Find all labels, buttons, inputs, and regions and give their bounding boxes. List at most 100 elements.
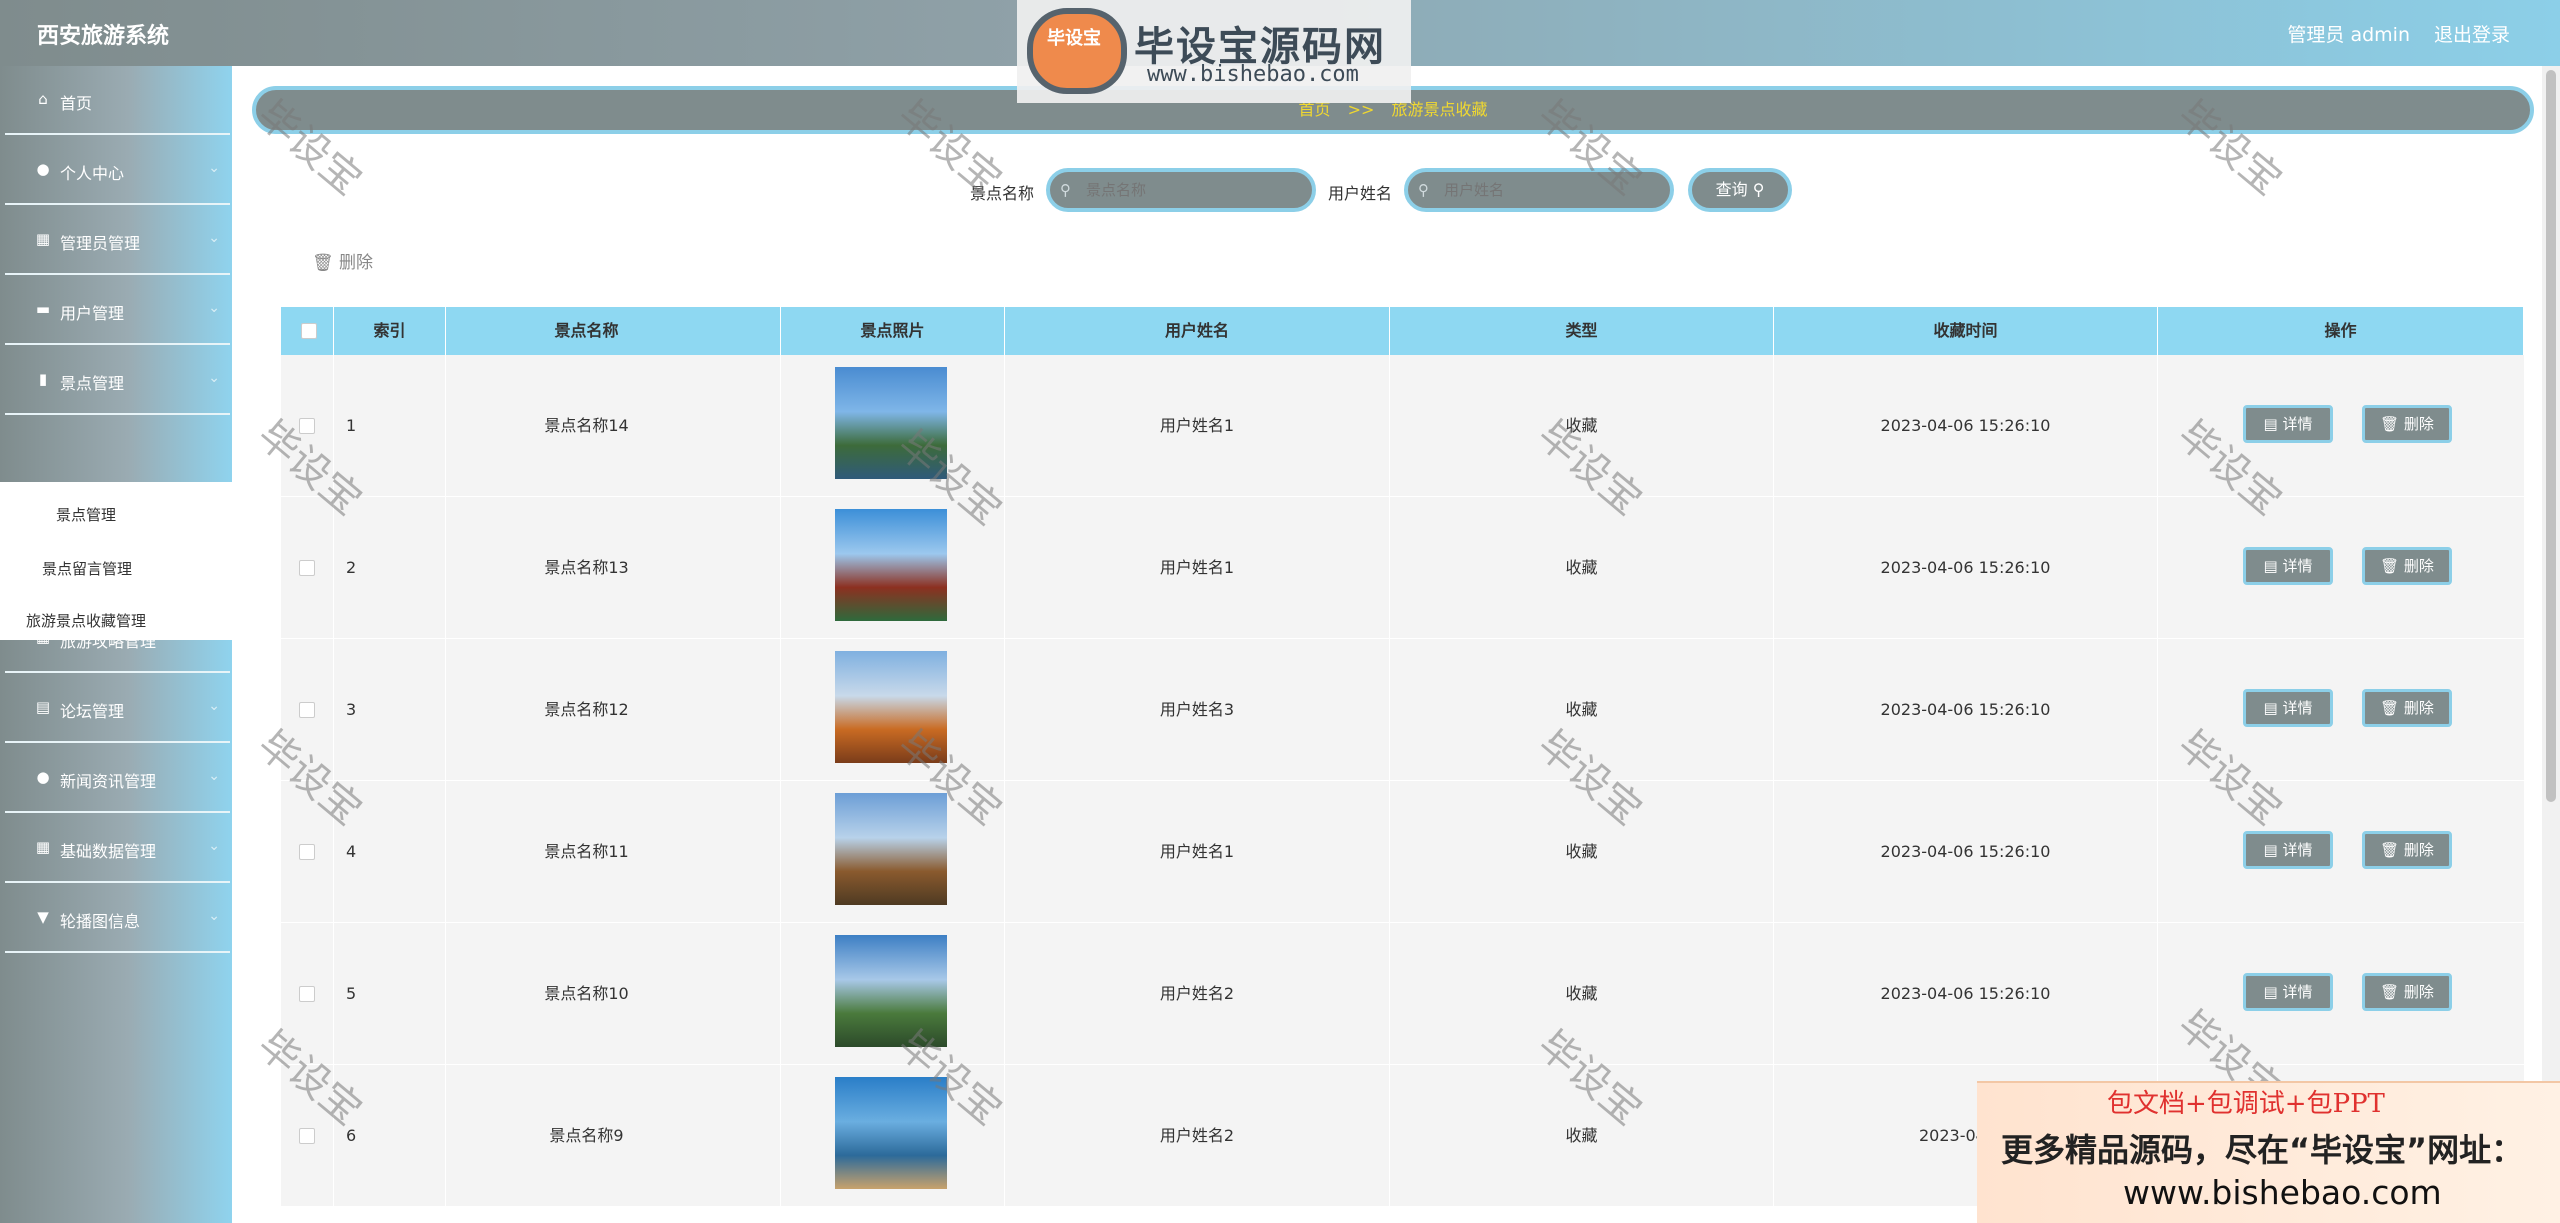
clipboard-icon: ▤	[35, 698, 51, 716]
row-select-cell	[281, 781, 334, 923]
row-checkbox[interactable]	[299, 844, 315, 860]
ad-banner: 包文档+包调试+包PPT 更多精品源码，尽在“毕设宝”网址： www.bishe…	[1977, 1081, 2560, 1223]
trash-icon: 🗑	[312, 253, 334, 273]
ad-line-1: 包文档+包调试+包PPT	[2107, 1089, 2385, 1119]
delete-button[interactable]: 🗑 删除	[2362, 973, 2452, 1011]
sidebar-submenu-item[interactable]: 景点留言管理	[42, 558, 132, 579]
sidebar-submenu-item[interactable]: 旅游景点收藏管理	[26, 610, 146, 631]
table-row: 5 景点名称10 用户姓名2 收藏 2023-04-06 15:26:10 ▤ 详情 🗑 删…	[281, 923, 2524, 1065]
grid-icon: ▦	[35, 230, 51, 248]
logo-url: www.bishebao.com	[1147, 62, 1359, 87]
cell-type: 收藏	[1390, 923, 1774, 1065]
chat-icon: ▬	[35, 300, 51, 318]
home-icon: ⌂	[38, 90, 48, 108]
cell-name: 景点名称12	[393, 639, 781, 781]
ad-line-3: www.bishebao.com	[2123, 1173, 2442, 1212]
cell-name: 景点名称10	[393, 923, 781, 1065]
chart-icon: ▮	[38, 370, 48, 388]
sidebar-item[interactable]: ▦ 管理员管理 ⌄	[5, 206, 230, 275]
trash-icon: 🗑	[2380, 415, 2404, 433]
row-checkbox[interactable]	[299, 702, 315, 718]
row-select-cell	[281, 1065, 334, 1207]
trash-icon: 🗑	[2380, 841, 2404, 859]
trash-icon: 🗑	[2380, 983, 2404, 1001]
chevron-down-icon: ⌄	[208, 160, 220, 176]
column-header: 类型	[1390, 307, 1774, 355]
table-row: 1 景点名称14 用户姓名1 收藏 2023-04-06 15:26:10 ▤ 详情 🗑 删…	[281, 355, 2524, 497]
detail-button-label: 详情	[2282, 557, 2313, 575]
sidebar-item[interactable]: ● 新闻资讯管理 ⌄	[5, 744, 230, 813]
logo-seal: 毕设宝	[1027, 8, 1127, 94]
column-header: 景点照片	[781, 307, 1005, 355]
detail-button[interactable]: ▤ 详情	[2243, 405, 2333, 443]
detail-button-label: 详情	[2282, 983, 2313, 1001]
column-header: 用户姓名	[1005, 307, 1390, 355]
select-all-checkbox[interactable]	[301, 323, 317, 339]
sidebar-item[interactable]: ▬ 用户管理 ⌄	[5, 276, 230, 345]
sidebar-item-label: 用户管理	[60, 304, 125, 323]
sidebar-item[interactable]: ▦ 基础数据管理 ⌄	[5, 814, 230, 883]
delete-button-label: 删除	[2403, 983, 2434, 1001]
delete-button[interactable]: 🗑 删除	[2362, 547, 2452, 585]
grid-icon: ▦	[35, 838, 51, 856]
scenic-photo[interactable]	[835, 1077, 947, 1189]
chevron-down-icon: ⌄	[208, 698, 220, 714]
column-header: 收藏时间	[1774, 307, 2158, 355]
scenic-name-label: 景点名称	[970, 184, 1035, 203]
detail-button[interactable]: ▤ 详情	[2243, 831, 2333, 869]
batch-delete-button[interactable]: 🗑 删除	[312, 248, 373, 273]
row-select-cell	[281, 355, 334, 497]
cell-type: 收藏	[1390, 355, 1774, 497]
select-all-cell	[281, 307, 334, 355]
scenic-photo[interactable]	[835, 509, 947, 621]
cell-time: 2023-04-06 15:26:10	[1774, 923, 2158, 1065]
document-icon: ▤	[2263, 699, 2283, 717]
user-label: 管理员 admin	[2287, 24, 2410, 46]
sidebar-item-label: 论坛管理	[60, 702, 125, 721]
sidebar-item[interactable]: ● 个人中心 ⌄	[5, 136, 230, 205]
row-checkbox[interactable]	[299, 1128, 315, 1144]
pin-icon: ●	[36, 768, 50, 786]
scenic-photo[interactable]	[835, 935, 947, 1047]
detail-button[interactable]: ▤ 详情	[2243, 973, 2333, 1011]
sidebar-item[interactable]: ⌂ 首页	[5, 66, 230, 135]
detail-button[interactable]: ▤ 详情	[2243, 689, 2333, 727]
scenic-photo[interactable]	[835, 651, 947, 763]
cell-name: 景点名称11	[393, 781, 781, 923]
sidebar-submenu: 景点管理景点留言管理 旅游景点收藏管理	[0, 482, 232, 640]
sidebar-item-label: 景点管理	[60, 374, 125, 393]
scenic-photo[interactable]	[835, 793, 947, 905]
cell-type: 收藏	[1390, 497, 1774, 639]
search-icon: ⚲	[1418, 181, 1429, 199]
chevron-down-icon: ⌄	[208, 230, 220, 246]
delete-button[interactable]: 🗑 删除	[2362, 831, 2452, 869]
sidebar-item-label: 管理员管理	[60, 234, 141, 253]
sidebar-submenu-item[interactable]: 景点管理	[56, 504, 116, 525]
scrollbar-thumb[interactable]	[2546, 70, 2556, 802]
delete-button[interactable]: 🗑 删除	[2362, 405, 2452, 443]
document-icon: ▤	[2263, 841, 2283, 859]
delete-button[interactable]: 🗑 删除	[2362, 689, 2452, 727]
row-checkbox[interactable]	[299, 986, 315, 1002]
logout-link[interactable]: 退出登录	[2434, 20, 2510, 47]
logo-seal-text: 毕设宝	[1047, 28, 1101, 49]
sidebar-item[interactable]: ▼ 轮播图信息 ⌄	[5, 884, 230, 953]
scenic-name-input[interactable]	[1046, 168, 1316, 212]
main-content: 首页 >> 旅游景点收藏 景点名称 ⚲ 用户姓名 ⚲ 查询 ⚲ 🗑 删除 索引景…	[232, 66, 2542, 1223]
table-row: 3 景点名称12 用户姓名3 收藏 2023-04-06 15:26:10 ▤ 详情 🗑 删…	[281, 639, 2524, 781]
cell-user: 用户姓名3	[1005, 639, 1390, 781]
scenic-photo[interactable]	[835, 367, 947, 479]
query-button[interactable]: 查询 ⚲	[1688, 168, 1792, 212]
user-name-input[interactable]	[1404, 168, 1674, 212]
app-title: 西安旅游系统	[37, 24, 170, 49]
column-header: 操作	[2158, 307, 2524, 355]
detail-button[interactable]: ▤ 详情	[2243, 547, 2333, 585]
cell-name: 景点名称9	[393, 1065, 781, 1207]
document-icon: ▤	[2263, 983, 2283, 1001]
sidebar-item[interactable]: ▤ 论坛管理 ⌄	[5, 674, 230, 743]
table-header: 索引 景点名称 景点照片 用户姓名 类型 收藏时间 操作	[281, 307, 2524, 355]
row-checkbox[interactable]	[299, 560, 315, 576]
sidebar-item[interactable]: ▮ 景点管理 ⌄	[5, 346, 230, 415]
row-checkbox[interactable]	[299, 418, 315, 434]
cell-time: 2023-04-06 15:26:10	[1774, 497, 2158, 639]
